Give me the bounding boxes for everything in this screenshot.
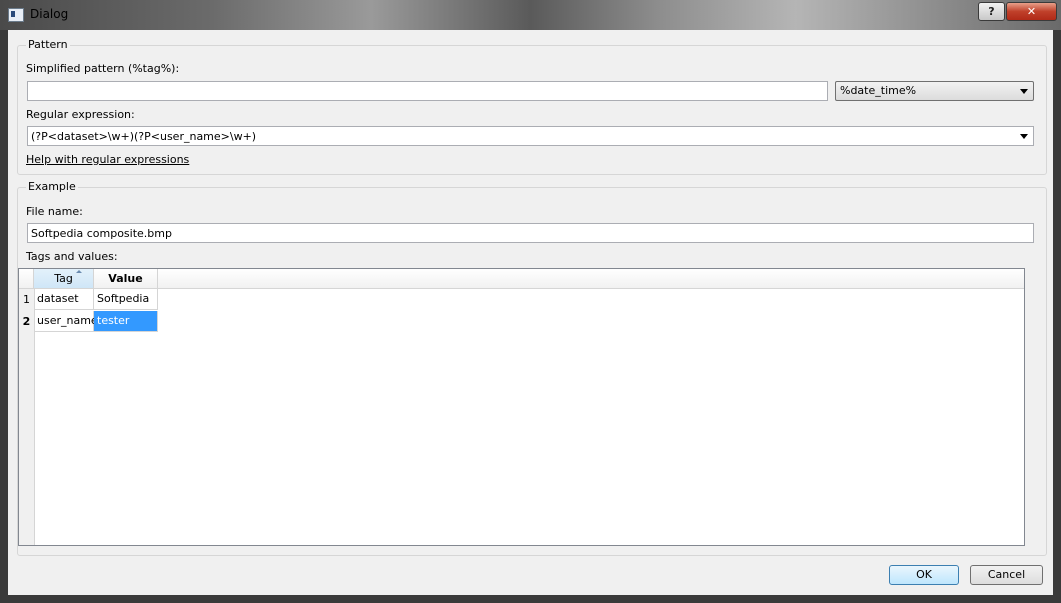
column-header-tag-label: Tag — [54, 272, 73, 285]
column-header-value[interactable]: Value — [94, 269, 158, 289]
tags-values-label: Tags and values: — [26, 250, 118, 263]
value-cell[interactable]: tester — [94, 311, 158, 332]
tag-cell[interactable]: user_name — [34, 311, 98, 332]
sort-up-icon — [76, 270, 82, 273]
tag-select[interactable]: %date_time% — [835, 81, 1034, 101]
pattern-group-title: Pattern — [26, 38, 70, 51]
row-number[interactable]: 2 — [19, 311, 34, 332]
column-header-value-label: Value — [108, 272, 143, 285]
simplified-pattern-input[interactable] — [27, 81, 828, 101]
help-button[interactable]: ? — [978, 2, 1005, 21]
table-corner[interactable] — [19, 269, 34, 289]
regex-input[interactable]: (?P<dataset>\w+)(?P<user_name>\w+) — [27, 126, 1034, 146]
window-title: Dialog — [30, 7, 69, 21]
close-button[interactable]: ✕ — [1006, 2, 1057, 21]
column-header-tag[interactable]: Tag — [34, 269, 94, 289]
chevron-down-icon — [1020, 89, 1028, 94]
header-filler — [158, 269, 1024, 289]
example-group-title: Example — [26, 180, 78, 193]
dialog-body: Pattern Simplified pattern (%tag%): %dat… — [8, 30, 1053, 595]
tag-select-value: %date_time% — [840, 84, 917, 97]
simplified-pattern-label: Simplified pattern (%tag%): — [26, 62, 180, 75]
file-name-input[interactable]: Softpedia composite.bmp — [27, 223, 1034, 243]
regex-value: (?P<dataset>\w+)(?P<user_name>\w+) — [31, 130, 257, 143]
regex-label: Regular expression: — [26, 108, 135, 121]
pattern-group: Pattern Simplified pattern (%tag%): %dat… — [17, 38, 1047, 175]
cancel-button[interactable]: Cancel — [970, 565, 1043, 585]
ok-button[interactable]: OK — [889, 565, 959, 585]
title-bar: Dialog ? ✕ — [0, 0, 1061, 30]
value-cell[interactable]: Softpedia — [94, 289, 158, 310]
regex-help-link[interactable]: Help with regular expressions — [26, 153, 189, 166]
chevron-down-icon[interactable] — [1020, 134, 1028, 139]
tag-cell[interactable]: dataset — [34, 289, 94, 310]
tags-table[interactable]: Tag Value 1 dataset Softpedia 2 user_nam… — [18, 268, 1025, 546]
row-number[interactable]: 1 — [19, 289, 34, 310]
app-icon — [8, 8, 24, 22]
file-name-label: File name: — [26, 205, 83, 218]
